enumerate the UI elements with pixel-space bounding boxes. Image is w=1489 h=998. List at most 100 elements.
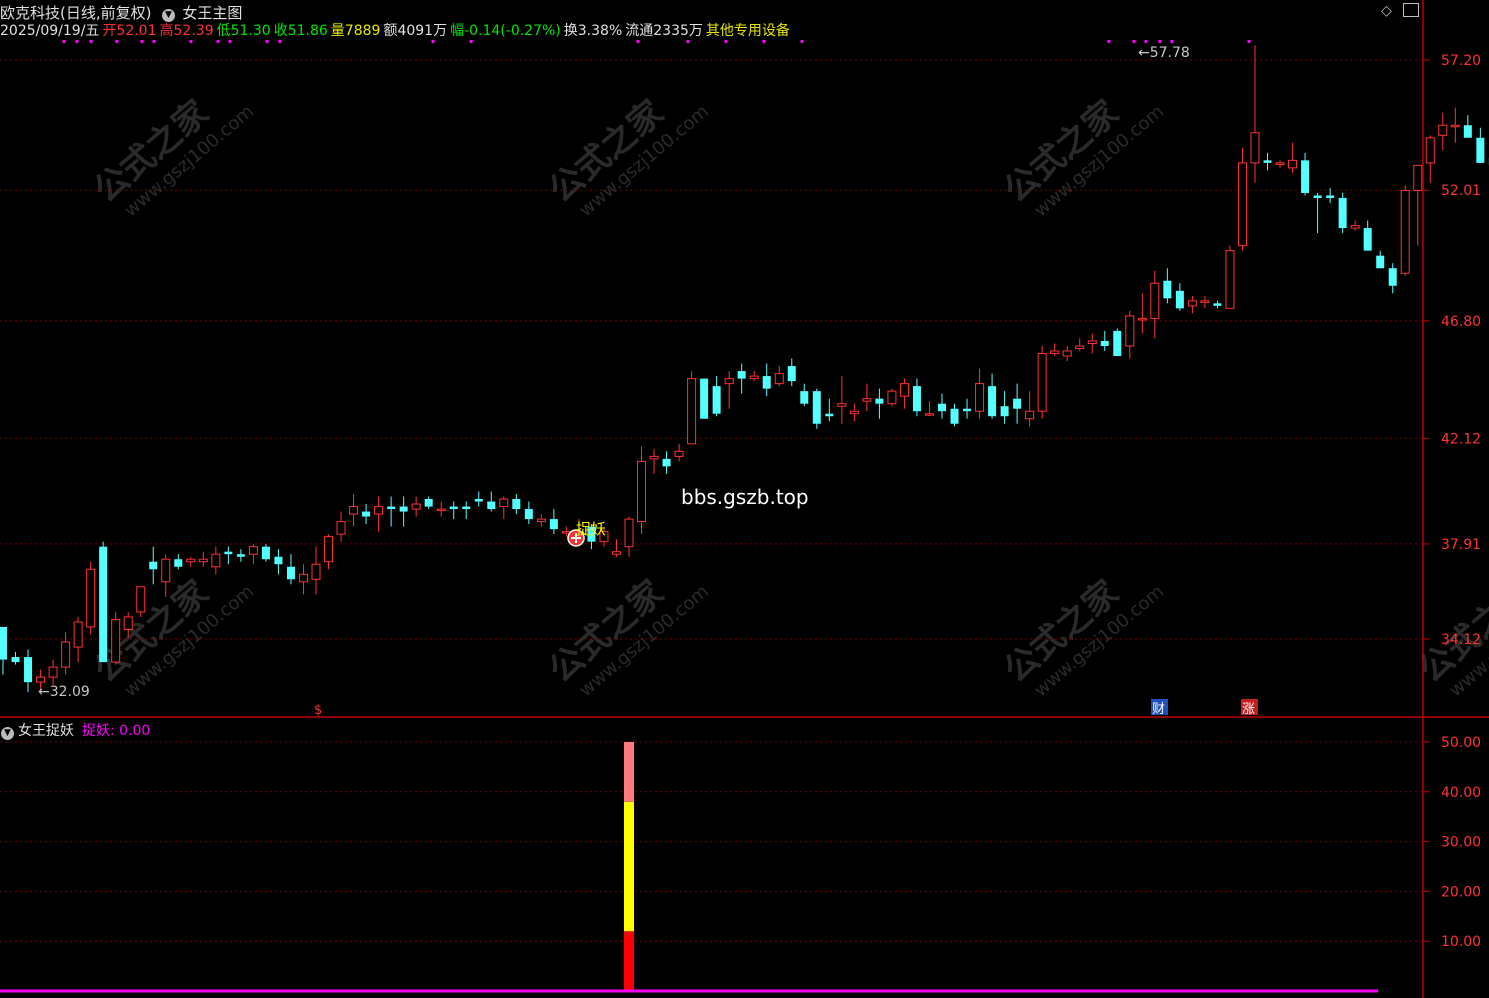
candle bbox=[1075, 338, 1085, 352]
candle bbox=[637, 446, 647, 535]
candle bbox=[724, 371, 734, 409]
sub-y-tick-label: 30.00 bbox=[1441, 835, 1481, 851]
watermark-layer: 公式之家www.gszj100.com 公式之家www.gszj100.com 公式… bbox=[86, 93, 1489, 701]
candle bbox=[111, 611, 121, 665]
rise-marker[interactable]: 涨 bbox=[1241, 699, 1258, 717]
center-watermark-text: bbs.gszb.top bbox=[681, 485, 809, 509]
signal-dot bbox=[75, 40, 79, 43]
candle bbox=[1450, 107, 1460, 143]
candle bbox=[1163, 268, 1172, 304]
y-tick-label: 34.12 bbox=[1441, 632, 1481, 648]
signal-dot bbox=[1107, 40, 1111, 43]
candle bbox=[988, 373, 997, 419]
candle bbox=[174, 554, 183, 570]
watermark-stamp: 公式之家www.gszj100.com bbox=[541, 93, 713, 221]
candle bbox=[336, 511, 346, 542]
svg-text:财: 财 bbox=[1152, 702, 1165, 717]
candle bbox=[649, 448, 659, 474]
candle bbox=[963, 398, 972, 419]
signal-dot bbox=[278, 40, 282, 43]
candle bbox=[236, 549, 245, 562]
candle bbox=[324, 534, 334, 570]
candle bbox=[611, 539, 621, 557]
signal-dots-layer bbox=[62, 40, 1251, 43]
candle bbox=[1237, 147, 1247, 251]
candle bbox=[1288, 142, 1298, 173]
candle bbox=[549, 509, 558, 535]
y-tick-label: 46.80 bbox=[1441, 314, 1481, 330]
finance-marker[interactable]: 财 bbox=[1151, 699, 1168, 717]
candle bbox=[687, 371, 697, 445]
high-arrow-icon: ← bbox=[1138, 45, 1150, 61]
candle bbox=[186, 556, 196, 567]
candle bbox=[662, 451, 671, 474]
svg-text:涨: 涨 bbox=[1242, 702, 1255, 717]
candle bbox=[1313, 192, 1322, 234]
signal-label: 捉妖 bbox=[576, 520, 606, 538]
main-candlestick-chart[interactable]: 公式之家www.gszj100.com 公式之家www.gszj100.com 公式… bbox=[0, 0, 1489, 718]
candle bbox=[1100, 330, 1109, 352]
candle bbox=[924, 401, 934, 417]
y-tick-label: 42.12 bbox=[1441, 431, 1481, 447]
sub-gridlines bbox=[0, 741, 1423, 942]
sub-y-tick-label: 20.00 bbox=[1441, 884, 1481, 900]
candle bbox=[211, 546, 221, 575]
candle bbox=[311, 546, 321, 595]
low-arrow-icon: ← bbox=[38, 684, 50, 700]
candle bbox=[938, 393, 946, 419]
candle bbox=[1363, 220, 1372, 251]
signal-dot bbox=[800, 40, 804, 43]
candle bbox=[1062, 345, 1072, 362]
candle bbox=[449, 501, 458, 520]
signal-dot bbox=[140, 40, 144, 43]
signal-dot bbox=[216, 40, 220, 43]
candle bbox=[1000, 391, 1009, 424]
candle bbox=[411, 496, 421, 517]
candle bbox=[1413, 164, 1423, 246]
candle bbox=[1338, 192, 1347, 234]
signal-dot bbox=[762, 40, 766, 43]
sub-bar-segment bbox=[624, 801, 634, 932]
candle bbox=[774, 366, 784, 387]
candle bbox=[61, 631, 71, 675]
candle bbox=[512, 493, 521, 515]
candle bbox=[787, 358, 796, 387]
signal-dot bbox=[1132, 40, 1136, 43]
sub-bars bbox=[624, 742, 634, 991]
candle bbox=[399, 496, 408, 527]
candle bbox=[286, 554, 295, 585]
dollar-marker: $ bbox=[314, 703, 322, 718]
signal-dot bbox=[1158, 40, 1162, 43]
candle bbox=[387, 496, 396, 527]
candle bbox=[198, 551, 208, 567]
candle bbox=[1263, 152, 1272, 171]
candle bbox=[1187, 295, 1197, 314]
signal-dot bbox=[1247, 40, 1251, 43]
y-tick-label: 52.01 bbox=[1441, 183, 1481, 199]
candle bbox=[1225, 245, 1235, 309]
candle bbox=[812, 388, 821, 429]
candle bbox=[261, 544, 270, 562]
signal-dot bbox=[265, 40, 269, 43]
sub-y-tick-label: 10.00 bbox=[1441, 934, 1481, 950]
candle bbox=[1150, 270, 1160, 339]
signal-dot bbox=[62, 40, 66, 43]
watermark-stamp: 公式之家www.gszj100.com bbox=[86, 93, 258, 221]
watermark-stamp: 公式之家www.gszj100.com bbox=[996, 573, 1168, 701]
candle bbox=[1175, 283, 1184, 311]
candle bbox=[1250, 45, 1260, 183]
candle bbox=[1350, 220, 1360, 231]
candle bbox=[374, 496, 384, 532]
candle bbox=[1125, 310, 1135, 359]
candle bbox=[11, 652, 20, 665]
sub-indicator-chart[interactable]: 50.00 40.00 30.00 20.00 10.00 bbox=[0, 718, 1489, 998]
candle bbox=[99, 541, 108, 663]
candle bbox=[298, 564, 308, 595]
signal-dot bbox=[724, 40, 728, 43]
y-tick-label: 37.91 bbox=[1441, 537, 1481, 553]
sub-bar-segment bbox=[624, 931, 634, 991]
candle bbox=[837, 376, 847, 424]
candle bbox=[73, 616, 83, 663]
candle bbox=[1087, 333, 1097, 354]
candle bbox=[424, 496, 433, 510]
